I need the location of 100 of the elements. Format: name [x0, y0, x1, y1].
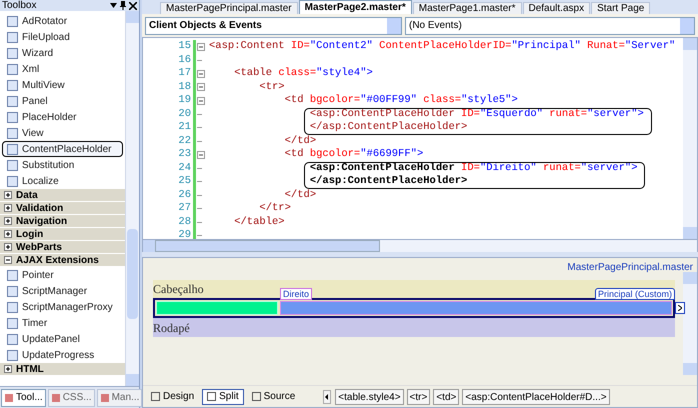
- toolbox-item[interactable]: Wizard: [2, 45, 123, 61]
- event-dropdown[interactable]: (No Events): [405, 16, 695, 34]
- region-label: Direito: [280, 288, 312, 300]
- toolbox-item[interactable]: Pointer: [2, 267, 123, 283]
- line-number: 17: [177, 67, 192, 80]
- code-line: <table class="style4">: [233, 67, 373, 80]
- toolbox-item[interactable]: Xml: [2, 61, 123, 77]
- breadcrumb-tag[interactable]: <table.style4>: [335, 388, 404, 404]
- code-line: </asp:ContentPlaceHolder>: [308, 175, 468, 188]
- line-number: 23: [177, 148, 192, 162]
- collapse-icon[interactable]: [197, 96, 205, 105]
- control-icon: [7, 350, 18, 360]
- line-number: 18: [177, 80, 192, 94]
- collapse-icon[interactable]: [197, 83, 205, 92]
- expand-icon: [4, 191, 12, 199]
- document-tab[interactable]: MasterPage2.master*: [298, 0, 412, 14]
- tab-icon: [100, 392, 110, 402]
- header-text: Cabeçalho: [153, 282, 204, 296]
- line-number: 20: [177, 108, 192, 121]
- expand-icon: [4, 230, 12, 238]
- toolbox-tab[interactable]: CSS...: [48, 388, 95, 406]
- document-tab[interactable]: MasterPage1.master*: [412, 2, 522, 14]
- object-dropdown[interactable]: Client Objects & Events: [145, 16, 402, 34]
- panel-title: Toolbox: [2, 0, 36, 10]
- code-line: </table>: [233, 216, 285, 229]
- breadcrumb-tag[interactable]: <asp:ContentPlaceHolder#D...>: [462, 388, 610, 404]
- line-number: 28: [177, 216, 192, 229]
- toolbox-item[interactable]: Substitution: [2, 157, 123, 173]
- toolbox-item[interactable]: Panel: [2, 93, 123, 109]
- line-number: 19: [177, 94, 192, 108]
- expand-arrow-icon[interactable]: [675, 302, 685, 314]
- toolbox-item[interactable]: ContentPlaceHolder: [2, 141, 123, 157]
- breadcrumb-tag[interactable]: <td>: [433, 388, 460, 404]
- master-page-label: MasterPagePrincipal.master: [567, 261, 693, 272]
- control-icon: [7, 32, 18, 42]
- toolbox-category[interactable]: WebParts: [0, 241, 125, 254]
- toolbox-tab[interactable]: Man...: [96, 388, 142, 406]
- scrollbar[interactable]: [125, 11, 139, 386]
- close-icon[interactable]: [129, 2, 137, 10]
- toolbox-tab[interactable]: Tool...: [1, 388, 46, 406]
- collapse-icon[interactable]: [197, 70, 205, 78]
- code-line: <tr>: [258, 80, 285, 94]
- breadcrumb-tag[interactable]: <tr>: [406, 388, 430, 404]
- view-icon: [252, 392, 261, 401]
- control-icon: [7, 128, 18, 138]
- toolbox-item[interactable]: Localize: [2, 173, 123, 189]
- toolbox-item[interactable]: ScriptManagerProxy: [2, 299, 123, 315]
- control-icon: [7, 270, 18, 280]
- toolbox-item[interactable]: ScriptManager: [2, 283, 123, 299]
- toolbox-item[interactable]: UpdateProgress: [2, 347, 123, 363]
- collapse-icon[interactable]: [197, 150, 205, 159]
- line-number: 26: [177, 188, 192, 202]
- expand-icon: [4, 204, 12, 212]
- code-line: <asp:Content ID="Content2" ContentPlaceHolderID="Principal" Runat="Server": [209, 40, 676, 54]
- collapse-icon[interactable]: [197, 42, 205, 51]
- toolbox-item[interactable]: View: [2, 125, 123, 141]
- toolbox-category[interactable]: Login: [0, 228, 125, 241]
- code-line: <td bgcolor="#6699FF">: [284, 148, 424, 162]
- control-icon: [7, 160, 18, 170]
- line-number: 21: [177, 121, 192, 134]
- control-icon: [7, 144, 18, 154]
- control-icon: [7, 112, 18, 122]
- toolbox-category[interactable]: AJAX Extensions: [0, 254, 125, 267]
- scrollbar[interactable]: [683, 272, 697, 375]
- scrollbar[interactable]: [683, 38, 697, 239]
- toolbox-item[interactable]: PlaceHolder: [2, 109, 123, 125]
- horizontal-scrollbar[interactable]: [142, 240, 698, 252]
- view-tab[interactable]: Design: [147, 388, 198, 404]
- line-number: 22: [177, 134, 192, 148]
- tab-icon: [50, 392, 61, 402]
- control-icon: [7, 176, 18, 186]
- dropdown-icon[interactable]: [110, 3, 117, 8]
- toolbox-category[interactable]: Data: [0, 189, 125, 202]
- pin-icon[interactable]: [120, 1, 126, 10]
- code-line: </tr>: [258, 202, 291, 216]
- expand-icon: [4, 365, 12, 373]
- toolbox-item[interactable]: UpdatePanel: [2, 331, 123, 347]
- code-line: </td>: [284, 134, 316, 148]
- toolbox-category[interactable]: Validation: [0, 202, 125, 215]
- document-tab[interactable]: MasterPagePrincipal.master: [160, 2, 298, 14]
- toolbox-item[interactable]: Timer: [2, 315, 123, 331]
- toolbox-item[interactable]: MultiView: [2, 77, 123, 93]
- control-icon: [7, 334, 18, 344]
- view-icon: [151, 392, 160, 401]
- document-tab[interactable]: Start Page: [591, 2, 650, 14]
- view-tab[interactable]: Split: [202, 388, 244, 404]
- toolbox-category[interactable]: Navigation: [0, 215, 125, 228]
- footer-text: Rodapé: [153, 320, 190, 336]
- line-number: 25: [177, 175, 192, 188]
- line-number: 24: [177, 162, 192, 175]
- control-icon: [7, 80, 18, 90]
- toolbox-item[interactable]: FileUpload: [2, 29, 123, 45]
- view-icon: [207, 392, 216, 401]
- toolbox-category[interactable]: HTML: [0, 363, 125, 376]
- view-tab[interactable]: Source: [248, 388, 300, 404]
- toolbox-item[interactable]: AdRotator: [2, 13, 123, 29]
- control-icon: [7, 96, 18, 106]
- line-number: 29: [177, 229, 192, 239]
- document-tab[interactable]: Default.aspx: [522, 2, 590, 14]
- line-number: 16: [177, 54, 192, 67]
